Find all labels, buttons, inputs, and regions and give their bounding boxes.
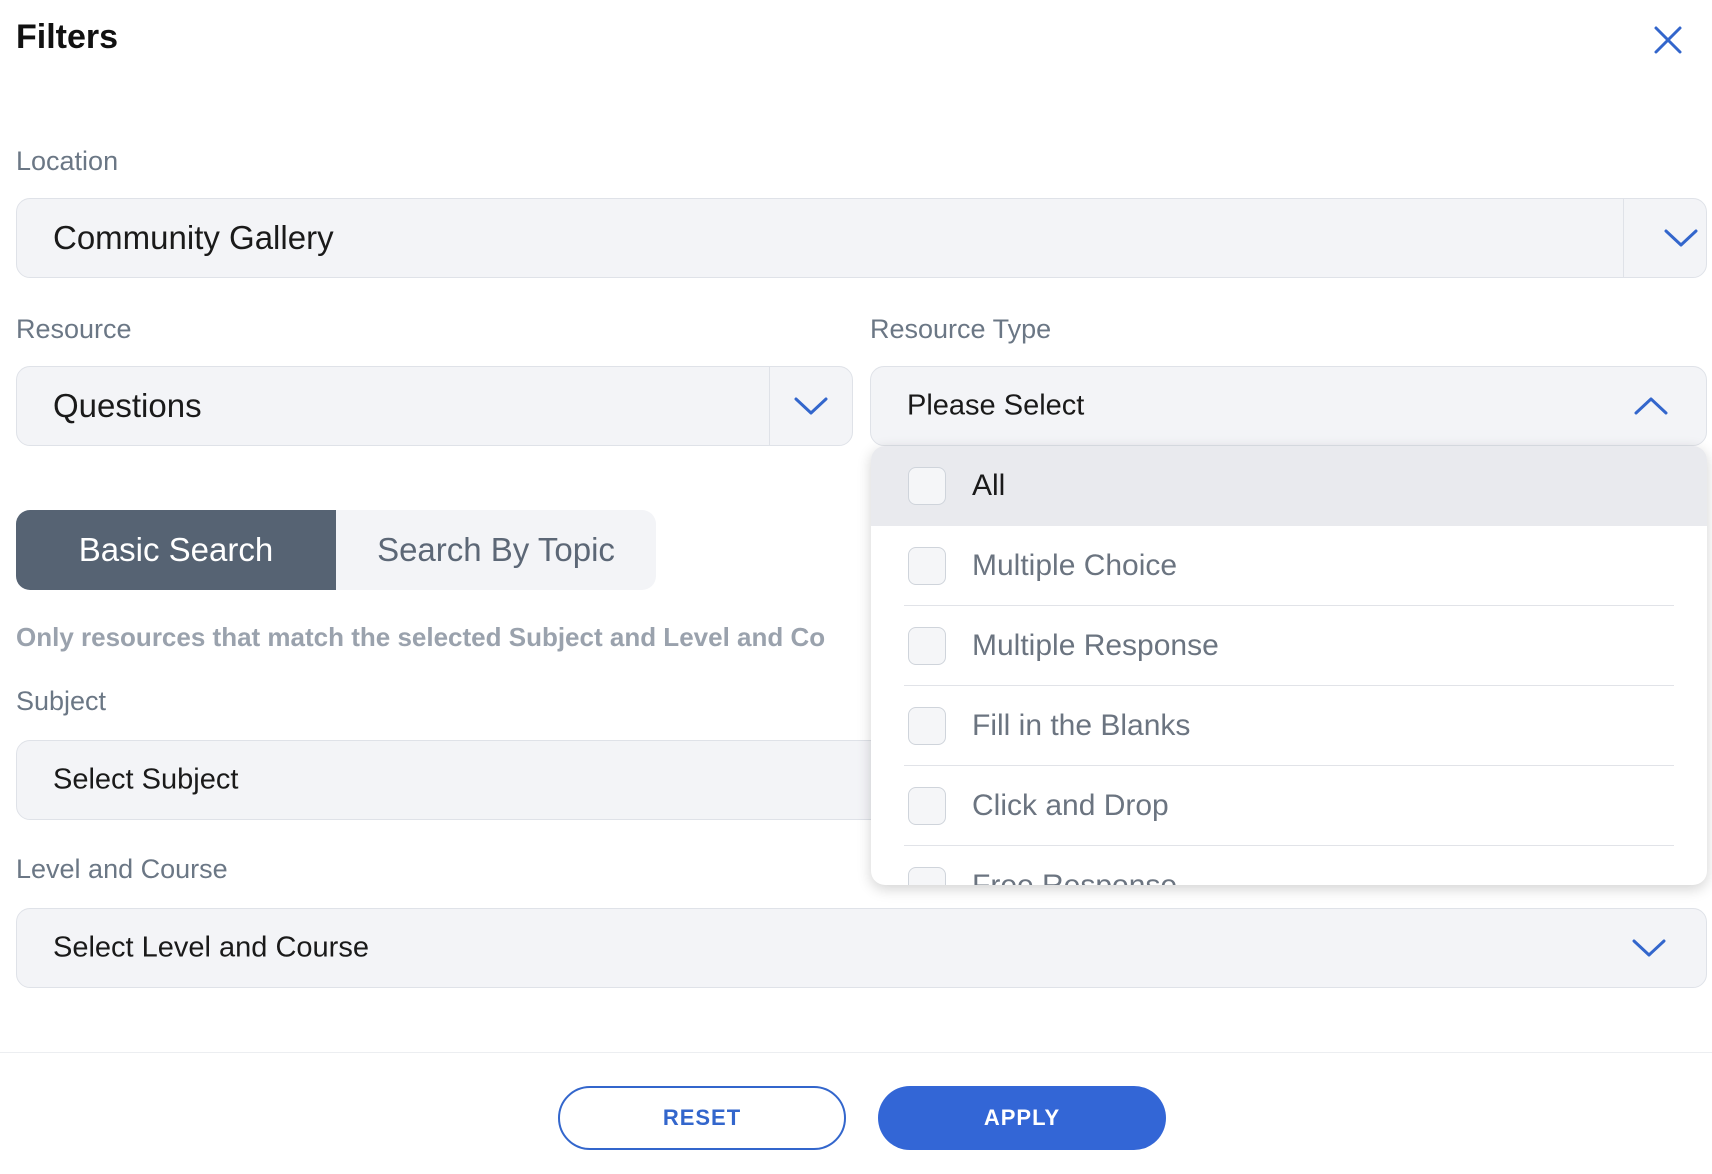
resource-label: Resource (16, 314, 132, 344)
option-all[interactable]: All (871, 446, 1707, 526)
level-course-placeholder: Select Level and Course (53, 931, 369, 964)
checkbox[interactable] (908, 547, 946, 585)
select-divider (1623, 199, 1624, 277)
search-mode-toggle: Basic Search Search By Topic (16, 510, 656, 590)
option-label: All (972, 469, 1006, 502)
filter-hint-text: Only resources that match the selected S… (16, 622, 826, 652)
option-free-response[interactable]: Free Response (871, 846, 1707, 885)
level-course-select[interactable]: Select Level and Course (16, 908, 1707, 988)
option-label: Multiple Choice (972, 549, 1178, 582)
panel-title: Filters (16, 18, 119, 56)
resource-select[interactable]: Questions (16, 366, 853, 446)
option-label: Click and Drop (972, 789, 1169, 822)
chevron-down-icon (794, 397, 828, 415)
chevron-down-icon (1664, 229, 1698, 247)
location-value: Community Gallery (53, 219, 334, 256)
resource-value: Questions (53, 387, 202, 424)
checkbox[interactable] (908, 627, 946, 665)
subject-placeholder: Select Subject (53, 763, 239, 796)
checkbox[interactable] (908, 707, 946, 745)
resource-type-label: Resource Type (870, 314, 1052, 344)
footer-divider (0, 1052, 1712, 1053)
close-icon[interactable] (1648, 20, 1688, 60)
option-multiple-response[interactable]: Multiple Response (871, 606, 1707, 686)
select-divider (769, 367, 770, 445)
chevron-up-icon (1634, 397, 1668, 415)
option-label: Free Response (972, 869, 1177, 885)
checkbox[interactable] (908, 467, 946, 505)
option-click-and-drop[interactable]: Click and Drop (871, 766, 1707, 846)
search-by-topic-tab[interactable]: Search By Topic (336, 510, 656, 590)
option-label: Multiple Response (972, 629, 1219, 662)
checkbox[interactable] (908, 867, 946, 885)
chevron-down-icon (1632, 939, 1666, 957)
option-fill-in-the-blanks[interactable]: Fill in the Blanks (871, 686, 1707, 766)
option-multiple-choice[interactable]: Multiple Choice (871, 526, 1707, 606)
reset-button[interactable]: RESET (558, 1086, 846, 1150)
apply-button[interactable]: APPLY (878, 1086, 1166, 1150)
resource-type-value: Please Select (907, 389, 1085, 422)
option-label: Fill in the Blanks (972, 709, 1191, 742)
location-select[interactable]: Community Gallery (16, 198, 1707, 278)
basic-search-tab[interactable]: Basic Search (16, 510, 336, 590)
location-label: Location (16, 146, 119, 176)
resource-type-dropdown: All Multiple Choice Multiple Response Fi… (871, 446, 1707, 885)
resource-type-select[interactable]: Please Select (870, 366, 1707, 446)
level-course-label: Level and Course (16, 854, 228, 884)
checkbox[interactable] (908, 787, 946, 825)
subject-label: Subject (16, 686, 107, 716)
